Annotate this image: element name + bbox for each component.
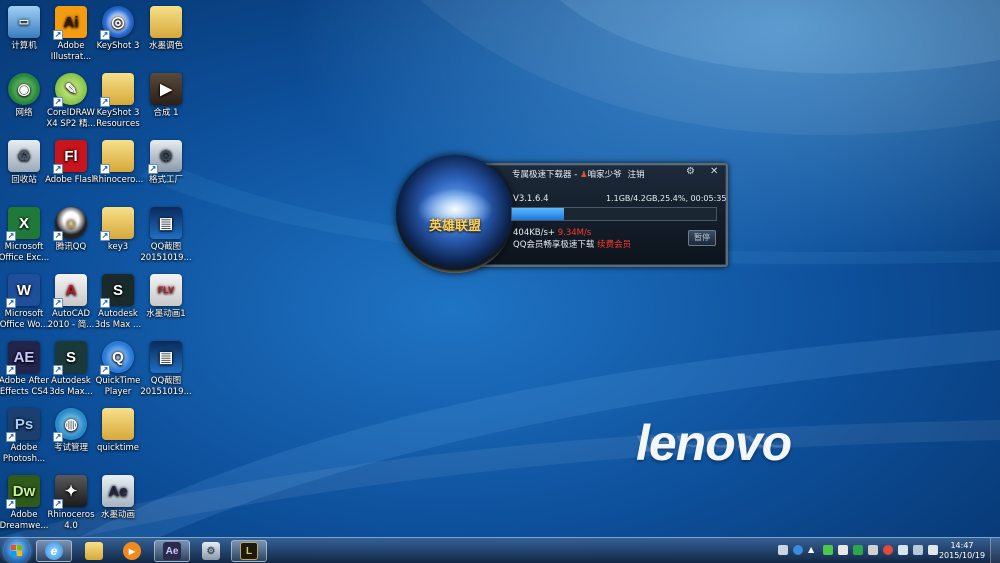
clock-time: 14:47 <box>950 541 974 550</box>
download-progress-bar <box>511 207 717 221</box>
game-title: 英雄联盟 <box>428 219 481 234</box>
rhinoceros-icon: ✦ ↗ <box>53 475 87 509</box>
folder-icon <box>102 408 134 440</box>
illustrator-icon: Ai ↗ <box>53 6 87 40</box>
autocad-icon: A ↗ <box>53 274 87 308</box>
logout-link[interactable]: 注销 <box>628 170 645 180</box>
download-stats: 1.1GB/4.2GB,25.4%, 00:05:35 <box>606 194 727 203</box>
promo-text: QQ会员畅享极速下载 <box>513 240 598 250</box>
format-factory-icon: ⚙ <box>202 542 220 560</box>
close-icon[interactable]: ✕ <box>710 166 718 177</box>
folder-icon: ↗ <box>100 207 134 241</box>
desktop-icon-label: quicktime <box>97 443 139 453</box>
taskbar-lol-button[interactable]: L <box>231 540 267 562</box>
antivirus-icon[interactable] <box>853 545 863 555</box>
tray-expand-icon[interactable]: ▲ <box>808 545 818 555</box>
taskbar-after-effects-button[interactable]: Ae <box>154 540 190 562</box>
3dsmax-design-icon: S ↗ <box>53 341 87 375</box>
desktop-icon-label: 水墨动画1 <box>146 309 186 319</box>
system-tray: ▲ <box>778 545 938 557</box>
tools-icon[interactable] <box>868 545 878 555</box>
photoshop-icon: Ps ↗ <box>6 408 40 442</box>
folder-icon: ↗ <box>100 140 134 174</box>
taskbar-format-factory-button[interactable]: ⚙ <box>193 540 229 562</box>
3dsmax-icon: S ↗ <box>100 274 134 308</box>
lenovo-logo-reflection: lenovo <box>636 430 792 456</box>
folder-icon: ↗ <box>100 73 134 107</box>
network-tray-icon[interactable] <box>913 545 923 555</box>
desktop-icon-label: 格式工厂 <box>148 175 183 185</box>
desktop-icon[interactable]: ▤ QQ截图 20151019... <box>138 341 194 398</box>
desktop-icon[interactable]: Ae 水墨动画 <box>90 475 146 521</box>
downloader-window[interactable]: 英雄联盟 专属极速下载器 - ♟咱家少爷 注销 ⚙ ✕ V3.1.6.4 1.1G… <box>396 155 728 273</box>
coreldraw-icon: ✎ ↗ <box>53 73 87 107</box>
windows-logo-icon <box>11 545 23 557</box>
speed-base: 404KB/s+ <box>513 228 558 238</box>
downloader-title: 专属极速下载器 - ♟咱家少爷 注销 <box>512 168 645 180</box>
image-icon: ▤ <box>150 341 182 373</box>
taskbar-ie-button[interactable]: e <box>36 540 72 562</box>
clock[interactable]: 14:47 2015/10/19 <box>938 541 986 561</box>
title-text: 专属极速下载器 - <box>512 170 580 180</box>
dreamweaver-icon: Dw ↗ <box>6 475 40 509</box>
clock-date: 2015/10/19 <box>938 551 986 560</box>
word-icon: W ↗ <box>6 274 40 308</box>
league-of-legends-icon: L <box>240 542 258 560</box>
computer-icon: ▭ <box>8 6 40 38</box>
volume-icon[interactable] <box>928 545 938 555</box>
taskbar: e ▶ Ae ⚙ L ▲ 14:47 2015/10/19 <box>0 537 1000 563</box>
keyboard-icon[interactable] <box>778 545 788 555</box>
display-icon[interactable] <box>898 545 908 555</box>
desktop-icon-label: QQ截图 20151019... <box>140 242 192 263</box>
renew-vip-link[interactable]: 续费会员 <box>597 240 631 250</box>
recycle-bin-icon: ♻ <box>8 140 40 172</box>
aep-file-icon: Ae <box>102 475 134 507</box>
network-icon: ◉ <box>8 73 40 105</box>
desktop-icon-label: 合成 1 <box>153 108 179 118</box>
desktop-icon[interactable]: ▶ 合成 1 <box>138 73 194 119</box>
desktop-icon-label: QQ截图 20151019... <box>140 376 192 397</box>
globe-icon: ◍ ↗ <box>53 408 87 442</box>
gear-icon[interactable]: ⚙ <box>686 166 695 177</box>
desktop-icon-label: 水墨动画 <box>100 510 135 520</box>
green-app-icon[interactable] <box>823 545 833 555</box>
desktop-icon[interactable]: 水墨调色 <box>138 6 194 52</box>
flash-icon: Fl ↗ <box>53 140 87 174</box>
desktop-icon-label: 水墨调色 <box>148 41 183 51</box>
vip-promo: QQ会员畅享极速下载 续费会员 <box>513 238 631 250</box>
excel-icon: X ↗ <box>6 207 40 241</box>
speed-boost: 9.34M/s <box>557 228 592 238</box>
folder-icon <box>85 542 103 560</box>
download-speed: 404KB/s+ 9.34M/s <box>513 228 591 238</box>
flv-icon: FLV <box>150 274 182 306</box>
ie-icon: e <box>45 542 63 560</box>
username: 咱家少爷 <box>587 170 622 180</box>
progress-fill <box>512 208 564 220</box>
user-icon: ♟ <box>579 170 588 180</box>
desktop-icon[interactable]: ▤ QQ截图 20151019... <box>138 207 194 264</box>
video-icon: ▶ <box>150 73 182 105</box>
start-button[interactable] <box>4 538 30 563</box>
after-effects-icon: Ae <box>163 542 181 560</box>
chat-icon[interactable] <box>838 545 848 555</box>
desktop-icon[interactable]: ⚙ ↗ 格式工厂 <box>138 140 194 186</box>
format-factory-icon: ⚙ ↗ <box>148 140 182 174</box>
show-desktop-button[interactable] <box>990 538 1000 563</box>
taskbar-explorer-button[interactable] <box>76 540 112 562</box>
game-emblem: 英雄联盟 <box>396 155 514 273</box>
keyshot-icon: ◎ ↗ <box>100 6 134 40</box>
desktop-icon[interactable]: quicktime <box>90 408 146 454</box>
image-icon: ▤ <box>150 207 182 239</box>
media-player-icon: ▶ <box>123 542 141 560</box>
folder-icon <box>150 6 182 38</box>
after-effects-icon: AE ↗ <box>6 341 40 375</box>
quicktime-icon: Q ↗ <box>100 341 134 375</box>
taskbar-media-player-button[interactable]: ▶ <box>114 540 150 562</box>
pause-button[interactable]: 暂停 <box>688 230 716 246</box>
desktop-icon[interactable]: FLV 水墨动画1 <box>138 274 194 320</box>
help-icon[interactable] <box>793 545 803 555</box>
mute-icon[interactable] <box>883 545 893 555</box>
qq-icon: ☺ ↗ <box>53 207 87 241</box>
version-label: V3.1.6.4 <box>513 194 549 204</box>
